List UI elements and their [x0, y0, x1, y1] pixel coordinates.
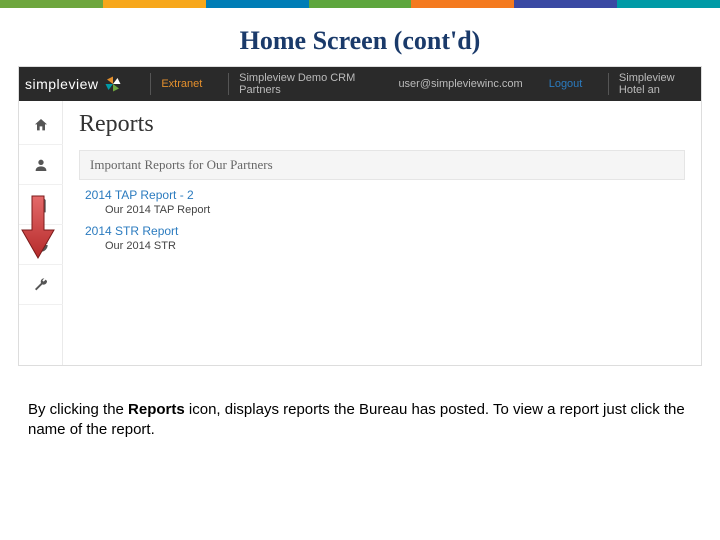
- slide-title: Home Screen (cont'd): [0, 26, 720, 56]
- context-label: Simpleview Demo CRM Partners: [239, 72, 378, 96]
- pinwheel-icon: [104, 75, 122, 93]
- app-top-bar: simpleview Extranet Simpleview Demo CRM …: [19, 67, 701, 101]
- report-subtext: Our 2014 TAP Report: [105, 204, 685, 216]
- wrench-icon: [33, 277, 49, 293]
- page-heading: Reports: [79, 111, 685, 138]
- user-icon: [33, 157, 49, 173]
- caption-bold: Reports: [128, 401, 185, 418]
- sidebar-item-user[interactable]: [19, 145, 63, 185]
- report-link[interactable]: 2014 TAP Report - 2: [85, 188, 685, 202]
- slide-caption: By clicking the Reports icon, displays r…: [28, 400, 692, 441]
- section-header: Important Reports for Our Partners: [79, 150, 685, 180]
- logout-link[interactable]: Logout: [549, 78, 583, 90]
- sidebar-item-chart[interactable]: [19, 225, 63, 265]
- sidebar-item-settings[interactable]: [19, 265, 63, 305]
- brand-text: simpleview: [25, 76, 98, 92]
- left-sidebar: [19, 101, 63, 365]
- sidebar-item-reports[interactable]: [19, 185, 63, 225]
- divider: [228, 73, 229, 95]
- extranet-link[interactable]: Extranet: [161, 78, 202, 90]
- brand-logo-area: simpleview: [25, 75, 122, 93]
- slide-color-bar: [0, 0, 720, 8]
- report-link[interactable]: 2014 STR Report: [85, 224, 685, 238]
- hotel-context: Simpleview Hotel an: [619, 72, 675, 96]
- home-icon: [33, 117, 49, 133]
- report-subtext: Our 2014 STR: [105, 240, 685, 252]
- divider: [150, 73, 151, 95]
- main-content: Reports Important Reports for Our Partne…: [63, 101, 701, 365]
- sidebar-item-home[interactable]: [19, 105, 63, 145]
- pie-chart-icon: [33, 237, 49, 253]
- user-email: user@simpleviewinc.com: [398, 78, 522, 90]
- divider: [608, 73, 609, 95]
- caption-pre: By clicking the: [28, 401, 128, 418]
- document-icon: [33, 197, 49, 213]
- app-screenshot: simpleview Extranet Simpleview Demo CRM …: [18, 66, 702, 366]
